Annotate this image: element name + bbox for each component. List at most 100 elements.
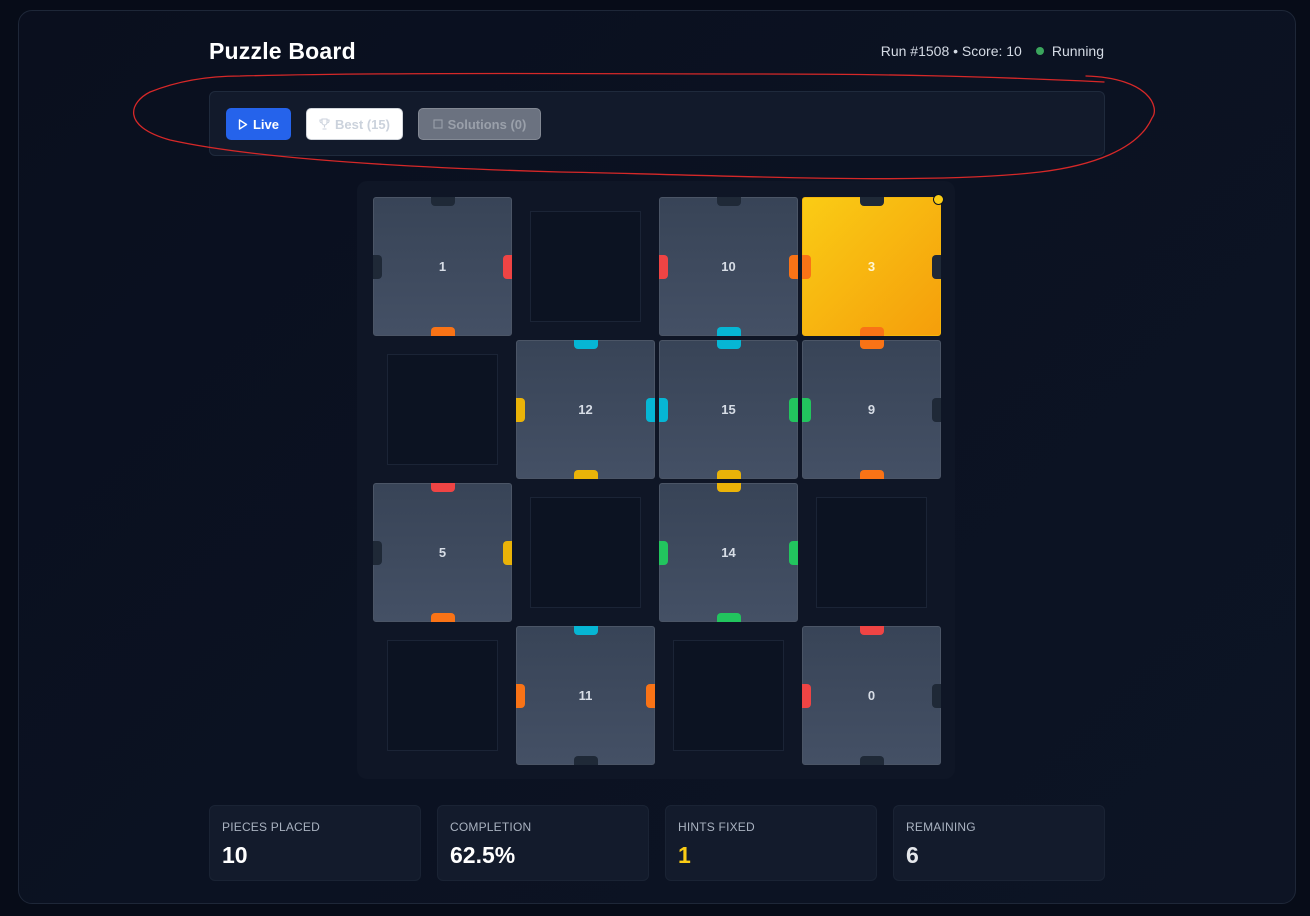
stat-value: 62.5% xyxy=(450,842,516,868)
edge-nub-bottom xyxy=(717,613,741,622)
edge-nub-right xyxy=(503,255,512,279)
edge-nub-right xyxy=(503,541,512,565)
stat-remaining: Remaining 6 xyxy=(893,805,1105,881)
puzzle-piece[interactable]: 14 xyxy=(659,483,798,622)
puzzle-piece[interactable]: 11 xyxy=(516,626,655,765)
slot-outline xyxy=(530,211,641,322)
edge-nub-right xyxy=(646,398,655,422)
run-info-bar: Run #1508 • Score: 10 Running xyxy=(881,43,1104,59)
slot-outline xyxy=(387,354,498,465)
view-toolbar: Live Best (15) Solutions (0) xyxy=(209,91,1105,156)
puzzle-piece[interactable]: 10 xyxy=(659,197,798,336)
live-button[interactable]: Live xyxy=(226,108,291,140)
piece-number: 14 xyxy=(721,545,736,560)
solutions-button-label: Solutions (0) xyxy=(447,116,527,132)
edge-nub-bottom xyxy=(860,327,884,336)
puzzle-piece[interactable]: 1 xyxy=(373,197,512,336)
piece-number: 9 xyxy=(867,402,876,417)
stat-label: Pieces Placed xyxy=(222,820,320,834)
puzzle-piece[interactable]: 3 xyxy=(802,194,944,336)
hint-fixed-dot-icon xyxy=(933,194,944,205)
edge-nub-right xyxy=(932,684,941,708)
edge-nub-bottom xyxy=(574,470,598,479)
piece-number: 3 xyxy=(867,259,876,274)
edge-nub-left xyxy=(659,541,668,565)
edge-nub-bottom xyxy=(574,756,598,765)
piece-number: 12 xyxy=(578,402,593,417)
piece-number: 5 xyxy=(438,545,447,560)
edge-nub-top xyxy=(717,197,741,206)
edge-nub-top xyxy=(574,340,598,349)
piece-number: 0 xyxy=(867,688,876,703)
slot-outline xyxy=(530,497,641,608)
edge-nub-left xyxy=(373,255,382,279)
edge-nub-top xyxy=(574,626,598,635)
puzzle-piece[interactable]: 15 xyxy=(659,340,798,479)
live-button-label: Live xyxy=(252,116,279,132)
edge-nub-top xyxy=(717,340,741,349)
edge-nub-bottom xyxy=(860,470,884,479)
edge-nub-top xyxy=(431,197,455,206)
stat-completion: Completion 62.5% xyxy=(437,805,649,881)
empty-slot[interactable] xyxy=(373,626,512,765)
edge-nub-top xyxy=(860,197,884,206)
puzzle-board: 1 10 3 12 15 9 5 14 11 0 xyxy=(357,181,955,779)
solutions-button[interactable]: Solutions (0) xyxy=(418,108,541,140)
edge-nub-right xyxy=(932,255,941,279)
edge-nub-left xyxy=(516,684,525,708)
stat-label: Completion xyxy=(450,820,532,834)
slot-outline xyxy=(673,640,784,751)
stat-value: 6 xyxy=(906,842,919,868)
edge-nub-top xyxy=(860,626,884,635)
edge-nub-bottom xyxy=(717,327,741,336)
edge-nub-top xyxy=(717,483,741,492)
edge-nub-left xyxy=(659,255,668,279)
empty-slot[interactable] xyxy=(802,483,941,622)
stat-label: Hints Fixed xyxy=(678,820,755,834)
edge-nub-bottom xyxy=(431,613,455,622)
empty-slot[interactable] xyxy=(516,197,655,336)
edge-nub-bottom xyxy=(431,327,455,336)
best-button[interactable]: Best (15) xyxy=(306,108,403,140)
page-title: Puzzle Board xyxy=(209,38,356,64)
edge-nub-bottom xyxy=(717,470,741,479)
piece-number: 10 xyxy=(721,259,736,274)
status-dot-icon xyxy=(1035,47,1044,55)
empty-slot[interactable] xyxy=(516,483,655,622)
puzzle-piece[interactable]: 0 xyxy=(802,626,941,765)
piece-number: 1 xyxy=(438,259,447,274)
square-icon xyxy=(433,119,443,129)
edge-nub-right xyxy=(932,398,941,422)
slot-outline xyxy=(816,497,927,608)
piece-number: 11 xyxy=(578,688,593,703)
edge-nub-right xyxy=(789,541,798,565)
edge-nub-left xyxy=(802,684,811,708)
stat-value: 10 xyxy=(222,842,248,868)
puzzle-piece[interactable]: 9 xyxy=(802,340,941,479)
edge-nub-top xyxy=(431,483,455,492)
edge-nub-left xyxy=(659,398,668,422)
edge-nub-left xyxy=(373,541,382,565)
run-score-text: Run #1508 • Score: 10 xyxy=(880,43,1022,59)
edge-nub-left xyxy=(802,398,811,422)
trophy-icon xyxy=(319,118,330,130)
slot-outline xyxy=(387,640,498,751)
edge-nub-top xyxy=(860,340,884,349)
puzzle-piece[interactable]: 5 xyxy=(373,483,512,622)
stat-hints-fixed: Hints Fixed 1 xyxy=(665,805,877,881)
edge-nub-left xyxy=(802,255,811,279)
run-status: Running xyxy=(1035,43,1104,59)
best-button-label: Best (15) xyxy=(335,116,390,132)
stat-pieces-placed: Pieces Placed 10 xyxy=(209,805,421,881)
edge-nub-bottom xyxy=(860,756,884,765)
empty-slot[interactable] xyxy=(659,626,798,765)
stat-value: 1 xyxy=(678,842,691,868)
empty-slot[interactable] xyxy=(373,340,512,479)
edge-nub-left xyxy=(516,398,525,422)
edge-nub-right xyxy=(789,398,798,422)
puzzle-piece[interactable]: 12 xyxy=(516,340,655,479)
piece-number: 15 xyxy=(721,402,736,417)
status-label: Running xyxy=(1051,43,1104,59)
play-icon xyxy=(238,118,248,130)
edge-nub-right xyxy=(646,684,655,708)
